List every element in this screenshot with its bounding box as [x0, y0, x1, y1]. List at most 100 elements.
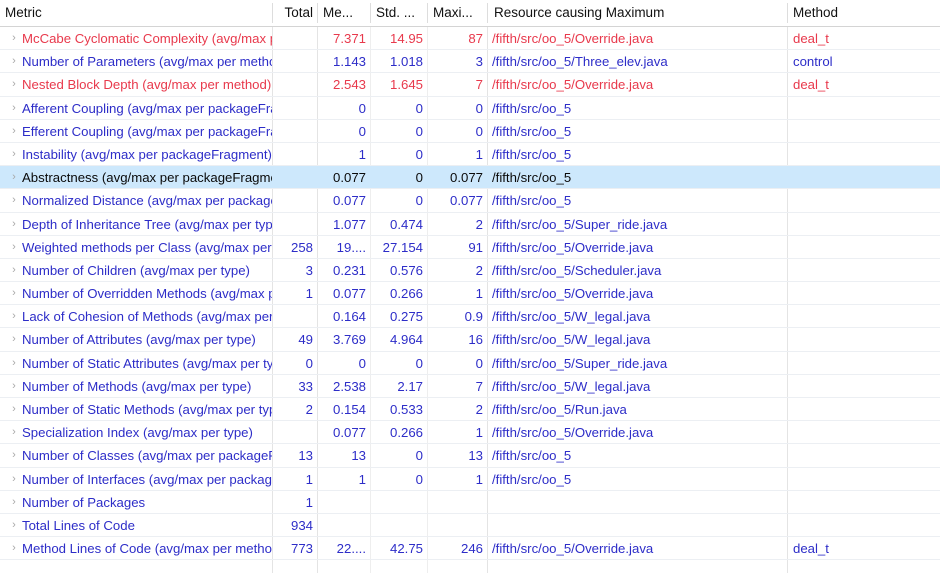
header-separator[interactable] [487, 3, 488, 23]
cell-max: 16 [468, 332, 483, 348]
cell-std: 1.645 [389, 77, 423, 93]
table-row[interactable]: › Lack of Cohesion of Methods (avg/max pe… [0, 305, 940, 329]
table-row[interactable]: › Depth of Inheritance Tree (avg/max per … [0, 213, 940, 236]
column-header-total[interactable]: Total [273, 0, 317, 26]
cell-total [273, 120, 317, 143]
table-row[interactable]: › Number of Overridden Methods (avg/max p… [0, 282, 940, 306]
cell-mean: 0.077 [332, 425, 366, 441]
cell-mean: 0.077 [332, 170, 366, 186]
cell-method [788, 491, 938, 514]
table-row[interactable]: › Instability (avg/max per packageFragmen… [0, 143, 940, 167]
table-row[interactable]: › Normalized Distance (avg/max per packag… [0, 189, 940, 213]
cell-max: 3 [475, 54, 483, 70]
cell-mean: 0.154 [332, 402, 366, 417]
cell-std: 14.95 [389, 31, 423, 46]
column-header-resource-causing-maximum[interactable]: Resource causing Maximum [489, 0, 787, 26]
cell-metric: Number of Interfaces (avg/max per packag… [22, 471, 272, 487]
cell-max: 0 [475, 355, 483, 371]
cell-method [788, 236, 938, 259]
cell-total: 0 [305, 355, 313, 371]
table-row[interactable]: › Method Lines of Code (avg/max per metho… [0, 537, 940, 561]
cell-mean: 2.538 [332, 378, 366, 394]
cell-std [371, 514, 427, 537]
cell-resource: /fifth/src/oo_5/Override.java [492, 239, 654, 255]
cell-method [788, 259, 938, 282]
cell-metric: Specialization Index (avg/max per type) [22, 425, 253, 441]
cell-method [788, 421, 938, 444]
table-row[interactable]: › Specialization Index (avg/max per type)… [0, 421, 940, 445]
cell-max [428, 514, 487, 537]
cell-max: 246 [460, 541, 483, 557]
table-row[interactable]: › Afferent Coupling (avg/max per packageF… [0, 97, 940, 120]
table-row[interactable]: › Number of Children (avg/max per type) 3 0… [0, 259, 940, 283]
cell-method [788, 514, 938, 537]
cell-metric: Efferent Coupling (avg/max per packageFr… [22, 123, 272, 139]
column-header-method[interactable]: Method [788, 0, 938, 26]
cell-resource: /fifth/src/oo_5/Three_elev.java [492, 54, 668, 70]
cell-std: 0.533 [389, 402, 423, 417]
table-row[interactable]: › Number of Packages 1 [0, 491, 940, 514]
cell-resource [489, 514, 787, 537]
cell-resource: /fifth/src/oo_5 [492, 170, 572, 186]
cell-resource: /fifth/src/oo_5/W_legal.java [492, 378, 651, 394]
cell-total: 33 [298, 378, 313, 394]
cell-total [273, 27, 317, 50]
cell-total [273, 50, 317, 73]
table-row[interactable]: › Number of Interfaces (avg/max per packa… [0, 468, 940, 491]
table-row[interactable]: › Number of Static Methods (avg/max per t… [0, 398, 940, 422]
cell-max: 1 [475, 425, 483, 441]
table-row[interactable]: › Number of Static Attributes (avg/max pe… [0, 352, 940, 375]
cell-method: deal_t [793, 77, 829, 93]
cell-resource: /fifth/src/oo_5 [492, 471, 572, 487]
cell-mean [318, 491, 370, 514]
table-header-row: Metric Total Me... Std. ... Maxi... Reso… [0, 0, 940, 27]
cell-max: 87 [468, 31, 483, 46]
cell-metric: Number of Packages [22, 494, 146, 510]
cell-total [273, 189, 317, 212]
cell-resource: /fifth/src/oo_5 [492, 100, 572, 116]
cell-total: 3 [305, 262, 313, 278]
column-header-mean[interactable]: Me... [318, 0, 370, 26]
cell-total [273, 213, 317, 236]
cell-total [273, 97, 317, 120]
table-row[interactable]: › Abstractness (avg/max per packageFragme… [0, 166, 940, 190]
cell-metric: Number of Static Methods (avg/max per ty… [22, 402, 272, 417]
cell-std: 1.018 [389, 54, 423, 70]
cell-method: deal_t [793, 541, 829, 557]
cell-resource: /fifth/src/oo_5/W_legal.java [492, 332, 651, 348]
column-header-metric[interactable]: Metric [0, 0, 272, 26]
cell-metric: Depth of Inheritance Tree (avg/max per t… [22, 216, 272, 232]
cell-method: control [793, 54, 833, 70]
cell-metric: Number of Children (avg/max per type) [22, 262, 250, 278]
cell-method [788, 189, 938, 212]
cell-max: 0.077 [449, 193, 483, 209]
table-row[interactable]: › Nested Block Depth (avg/max per method)… [0, 73, 940, 97]
cell-resource: /fifth/src/oo_5 [492, 448, 572, 464]
table-row[interactable]: › Number of Attributes (avg/max per type)… [0, 328, 940, 352]
cell-std: 27.154 [382, 239, 423, 255]
cell-metric: Nested Block Depth (avg/max per method) [22, 77, 272, 93]
cell-metric: Normalized Distance (avg/max per package… [22, 193, 272, 209]
cell-metric: Total Lines of Code [22, 517, 135, 533]
cell-metric: Weighted methods per Class (avg/max per … [22, 239, 272, 255]
cell-max: 0.9 [464, 309, 483, 325]
column-header-std-dev[interactable]: Std. ... [371, 0, 427, 26]
table-row[interactable]: ›McCabe Cyclomatic Complexity (avg/max p… [0, 27, 940, 51]
table-row[interactable]: › Number of Classes (avg/max per packageF… [0, 444, 940, 468]
cell-max: 0 [475, 100, 483, 116]
table-row[interactable]: › Number of Methods (avg/max per type) 33 2… [0, 375, 940, 398]
cell-metric: Number of Attributes (avg/max per type) [22, 332, 256, 348]
cell-mean: 22.... [336, 541, 366, 557]
cell-metric: Lack of Cohesion of Methods (avg/max per… [22, 309, 272, 325]
cell-std: 0.474 [389, 216, 423, 232]
table-row[interactable]: › Weighted methods per Class (avg/max per… [0, 236, 940, 259]
cell-mean: 1 [358, 146, 366, 162]
metrics-table-view: Metric Total Me... Std. ... Maxi... Reso… [0, 0, 940, 573]
cell-method [788, 444, 938, 467]
column-header-maximum[interactable]: Maxi... [428, 0, 487, 26]
table-row[interactable]: › Total Lines of Code 934 [0, 514, 940, 538]
cell-method [788, 120, 938, 143]
cell-resource: /fifth/src/oo_5/Override.java [492, 425, 654, 441]
table-row[interactable]: › Efferent Coupling (avg/max per packageF… [0, 120, 940, 143]
table-row[interactable]: › Number of Parameters (avg/max per metho… [0, 50, 940, 74]
